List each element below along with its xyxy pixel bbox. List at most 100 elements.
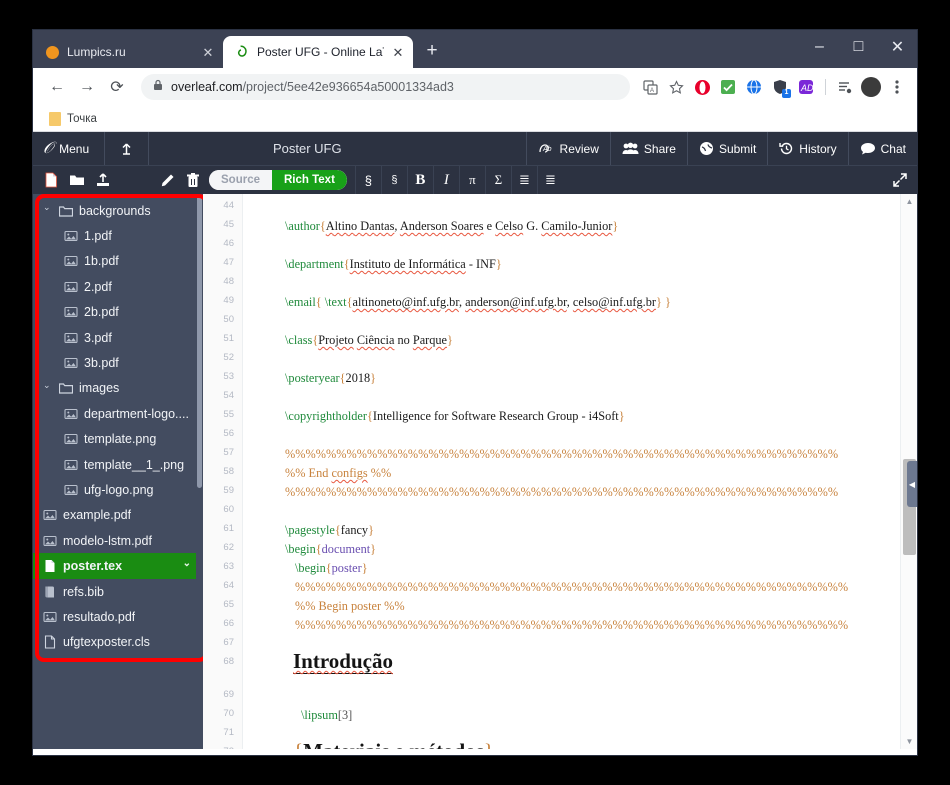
- back-to-projects-icon[interactable]: [105, 132, 149, 165]
- code-line[interactable]: %%%%%%%%%%%%%%%%%%%%%%%%%%%%%%%%%%%%%%%%…: [295, 580, 848, 595]
- reload-icon[interactable]: ⟳: [103, 73, 131, 101]
- filetree-item-template-png[interactable]: template.png: [33, 427, 203, 452]
- chat-button[interactable]: Chat: [847, 132, 917, 165]
- code-line[interactable]: \author{Altino Dantas, Anderson Soares e…: [285, 219, 618, 234]
- close-window-button[interactable]: ✕: [878, 30, 917, 64]
- math-display-button[interactable]: Σ: [484, 165, 511, 195]
- code-line[interactable]: \lipsum[3]: [301, 708, 352, 723]
- filetree-item-3-pdf[interactable]: 3.pdf: [33, 325, 203, 350]
- math-inline-button[interactable]: π: [458, 165, 485, 195]
- opera-vpn-icon[interactable]: [690, 75, 714, 99]
- chevron-down-icon[interactable]: ⌄: [183, 558, 191, 569]
- code-line[interactable]: \email{ \text{altinoneto@inf.ufg.br, and…: [285, 295, 671, 310]
- tab-title: Poster UFG - Online LaTeX Editor: [257, 45, 384, 59]
- code-token: no: [394, 333, 413, 347]
- trash-icon[interactable]: [183, 169, 203, 191]
- code-line[interactable]: \posteryear{2018}: [285, 371, 376, 386]
- filetree-item-template-1-png[interactable]: template__1_.png: [33, 452, 203, 477]
- new-file-icon[interactable]: [41, 169, 61, 191]
- close-icon[interactable]: ✕: [391, 46, 405, 59]
- bookmark-star-icon[interactable]: [664, 75, 688, 99]
- filetree-item-department-logo[interactable]: department-logo....: [33, 401, 203, 426]
- code-line[interactable]: %% Begin poster %%: [295, 599, 405, 614]
- filetree-item-1-pdf[interactable]: 1.pdf: [33, 223, 203, 248]
- history-button[interactable]: History: [767, 132, 847, 165]
- filetree-item-1b-pdf[interactable]: 1b.pdf: [33, 249, 203, 274]
- code-line[interactable]: \department{Instituto de Informática - I…: [285, 257, 502, 272]
- code-line[interactable]: \class{Projeto Ciência no Parque}: [285, 333, 453, 348]
- forward-icon[interactable]: →: [73, 73, 101, 101]
- minimize-button[interactable]: –: [800, 30, 839, 64]
- filetree-item-resultado-pdf[interactable]: resultado.pdf: [33, 604, 203, 629]
- code-token: document: [321, 542, 371, 556]
- code-line[interactable]: \begin{document}: [285, 542, 376, 557]
- filetree-item-images[interactable]: ⌄ images: [33, 376, 203, 401]
- browser-tab-lumpics[interactable]: Lumpics.ru ✕: [33, 36, 223, 68]
- mode-source-button[interactable]: Source: [209, 170, 272, 190]
- filetree-item-2-pdf[interactable]: 2.pdf: [33, 274, 203, 299]
- filetree-panel[interactable]: ⌄ backgrounds 1.pdf 1b.pdf 2.pdf 2b.pdf 3.pdf 3…: [33, 194, 203, 749]
- scroll-up-arrow[interactable]: ▲: [901, 194, 917, 209]
- bold-button[interactable]: B: [406, 165, 433, 195]
- code-content[interactable]: \author{Altino Dantas, Anderson Soares e…: [243, 194, 917, 749]
- review-button[interactable]: Ab Review: [525, 132, 610, 165]
- mode-richtext-button[interactable]: Rich Text: [272, 170, 347, 190]
- filetree-item-poster-tex[interactable]: poster.tex ⌄: [33, 553, 203, 579]
- bullet-list-button[interactable]: ≣: [536, 165, 563, 195]
- line-number-gutter: 44 45 46 47 48 49 50 51 52 53 54 55 56 57 58 59 60 61 62 63…: [203, 194, 243, 749]
- filetree-item-backgrounds[interactable]: ⌄ backgrounds: [33, 198, 203, 223]
- italic-button[interactable]: I: [432, 165, 459, 195]
- menu-button[interactable]: 𝒪 Menu: [33, 132, 105, 165]
- adblock-extension-icon[interactable]: 1: [768, 75, 792, 99]
- filetree-scrollbar[interactable]: [196, 194, 203, 749]
- submit-button[interactable]: Submit: [686, 132, 767, 165]
- url-bar[interactable]: overleaf.com/project/5ee42e936654a500013…: [141, 74, 630, 100]
- code-line[interactable]: \begin{poster}: [295, 561, 368, 576]
- back-icon[interactable]: ←: [43, 73, 71, 101]
- expand-icon[interactable]: [883, 166, 917, 195]
- panel-collapse-handle[interactable]: ◀: [907, 461, 917, 507]
- browser-tab-overleaf[interactable]: Poster UFG - Online LaTeX Editor ✕: [223, 36, 413, 68]
- filetree-item-ufgtexposter-cls[interactable]: ufgtexposter.cls: [33, 630, 203, 655]
- code-editor[interactable]: 44 45 46 47 48 49 50 51 52 53 54 55 56 57 58 59 60 61 62 63…: [203, 194, 917, 749]
- rendered-heading[interactable]: {Materiais e métodos}%: [293, 739, 505, 749]
- filetree-item-3b-pdf[interactable]: 3b.pdf: [33, 350, 203, 375]
- filetree-item-modelo-lstm-pdf[interactable]: modelo-lstm.pdf: [33, 528, 203, 553]
- filetree-item-label: modelo-lstm.pdf: [63, 533, 152, 548]
- checkmark-extension-icon[interactable]: [716, 75, 740, 99]
- translate-icon[interactable]: A: [638, 75, 662, 99]
- scrollbar-thumb[interactable]: [197, 196, 202, 488]
- filetree-item-example-pdf[interactable]: example.pdf: [33, 503, 203, 528]
- three-dot-menu-icon[interactable]: [885, 75, 909, 99]
- code-line[interactable]: %%%%%%%%%%%%%%%%%%%%%%%%%%%%%%%%%%%%%%%%…: [285, 485, 838, 500]
- downloads-icon[interactable]: [833, 75, 857, 99]
- scroll-down-arrow[interactable]: ▼: [901, 734, 917, 749]
- editor-mode-toggle[interactable]: Source Rich Text: [209, 170, 347, 190]
- code-line[interactable]: %% End configs %%: [285, 466, 391, 481]
- section-button[interactable]: §: [354, 165, 381, 195]
- code-line[interactable]: \copyrightholder{Intelligence for Softwa…: [285, 409, 625, 424]
- bookmark-tochka[interactable]: Точка: [43, 110, 103, 128]
- rendered-heading[interactable]: Introdução: [293, 649, 393, 674]
- filetree-item-ufg-logo-png[interactable]: ufg-logo.png: [33, 477, 203, 502]
- filetree-item-refs-bib[interactable]: refs.bib: [33, 579, 203, 604]
- numbered-list-button[interactable]: ≣: [510, 165, 537, 195]
- globe-extension-icon[interactable]: [742, 75, 766, 99]
- pencil-icon[interactable]: [157, 169, 177, 191]
- close-icon[interactable]: ✕: [201, 46, 215, 59]
- filetree-item-2b-pdf[interactable]: 2b.pdf: [33, 300, 203, 325]
- code-line[interactable]: \pagestyle{fancy}: [285, 523, 374, 538]
- line-number: 56: [223, 428, 234, 439]
- upload-icon[interactable]: [93, 169, 113, 191]
- maximize-button[interactable]: □: [839, 30, 878, 64]
- subsection-button[interactable]: §: [380, 165, 407, 195]
- new-folder-icon[interactable]: [67, 169, 87, 191]
- chevron-down-icon[interactable]: ⌄: [43, 380, 53, 391]
- new-tab-button[interactable]: +: [417, 36, 447, 66]
- purple-extension-icon[interactable]: AD: [794, 75, 818, 99]
- chevron-down-icon[interactable]: ⌄: [43, 202, 53, 213]
- code-line[interactable]: %%%%%%%%%%%%%%%%%%%%%%%%%%%%%%%%%%%%%%%%…: [285, 447, 838, 462]
- code-line[interactable]: %%%%%%%%%%%%%%%%%%%%%%%%%%%%%%%%%%%%%%%%…: [295, 618, 848, 633]
- share-button[interactable]: Share: [609, 132, 687, 165]
- profile-avatar[interactable]: [859, 75, 883, 99]
